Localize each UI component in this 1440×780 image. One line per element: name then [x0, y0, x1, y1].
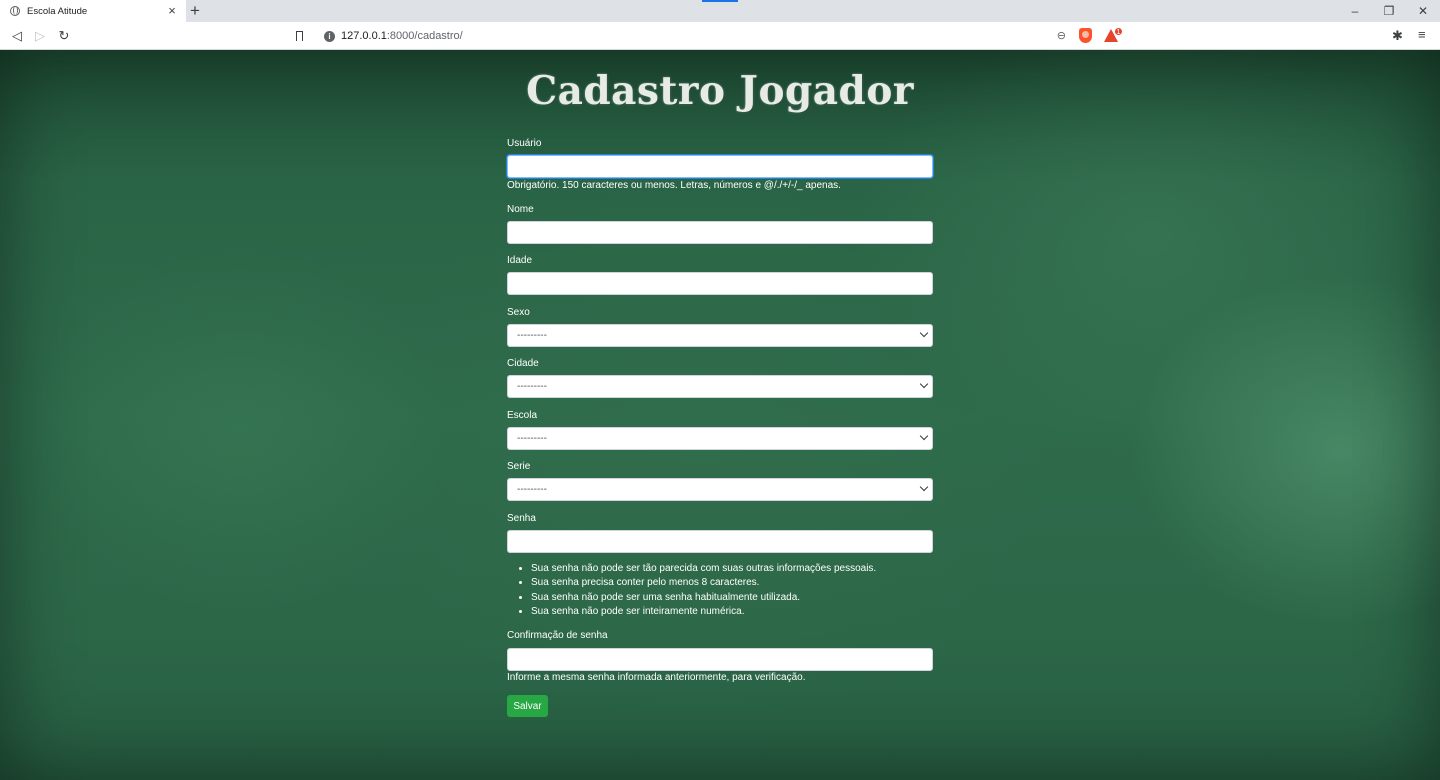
- usuario-label: Usuário: [507, 138, 542, 149]
- window-accent: [702, 0, 738, 2]
- password-rule: Sua senha precisa conter pelo menos 8 ca…: [531, 576, 876, 590]
- confirmacao-help: Informe a mesma senha informada anterior…: [507, 672, 806, 683]
- url-text: 127.0.0.1:8000/cadastro/: [341, 30, 463, 42]
- password-rule: Sua senha não pode ser uma senha habitua…: [531, 591, 876, 605]
- serie-selected: ---------: [517, 484, 547, 495]
- chevron-down-icon: [919, 379, 929, 389]
- cidade-selected: ---------: [517, 381, 547, 392]
- reload-icon[interactable]: ↻: [55, 27, 73, 45]
- escola-select[interactable]: ---------: [507, 427, 933, 450]
- sexo-select[interactable]: ---------: [507, 324, 933, 347]
- forward-icon[interactable]: ▷: [31, 27, 49, 45]
- info-icon[interactable]: i: [324, 30, 335, 42]
- escola-selected: ---------: [517, 433, 547, 444]
- menu-icon[interactable]: ≡: [1418, 27, 1426, 42]
- page-title: Cadastro Jogador: [526, 68, 914, 114]
- brave-shields-icon[interactable]: [1079, 28, 1092, 43]
- idade-label: Idade: [507, 255, 533, 266]
- tab-title: Escola Atitude: [27, 5, 88, 17]
- minimize-button[interactable]: –: [1338, 0, 1372, 22]
- cidade-select[interactable]: ---------: [507, 375, 933, 398]
- nome-input[interactable]: [507, 221, 933, 244]
- close-window-button[interactable]: ✕: [1406, 0, 1440, 22]
- rewards-badge: 1: [1114, 27, 1123, 36]
- save-button[interactable]: Salvar: [507, 695, 548, 717]
- cidade-label: Cidade: [507, 358, 539, 369]
- serie-label: Serie: [507, 461, 531, 472]
- confirmacao-label: Confirmação de senha: [507, 630, 608, 641]
- tab-strip: Escola Atitude × + – ❐ ✕: [0, 0, 1440, 22]
- password-rule: Sua senha não pode ser inteiramente numé…: [531, 605, 876, 619]
- back-icon[interactable]: ◁: [8, 27, 26, 45]
- zoom-icon[interactable]: ⊖: [1057, 29, 1066, 42]
- senha-input[interactable]: [507, 530, 933, 553]
- close-icon[interactable]: ×: [164, 3, 180, 19]
- new-tab-button[interactable]: +: [188, 1, 202, 21]
- window-controls: – ❐ ✕: [1338, 0, 1440, 22]
- chevron-down-icon: [919, 431, 929, 441]
- nome-label: Nome: [507, 204, 534, 215]
- usuario-help: Obrigatório. 150 caracteres ou menos. Le…: [507, 180, 841, 191]
- confirmacao-input[interactable]: [507, 648, 933, 671]
- globe-icon: [10, 6, 20, 16]
- browser-tab[interactable]: Escola Atitude ×: [0, 0, 186, 22]
- serie-select[interactable]: ---------: [507, 478, 933, 501]
- password-rules: Sua senha não pode ser tão parecida com …: [531, 562, 876, 619]
- address-bar[interactable]: i 127.0.0.1:8000/cadastro/ ⊖: [316, 25, 1072, 47]
- chevron-down-icon: [919, 482, 929, 492]
- chevron-down-icon: [919, 328, 929, 338]
- password-rule: Sua senha não pode ser tão parecida com …: [531, 562, 876, 576]
- page-content: Cadastro Jogador Usuário Obrigatório. 15…: [0, 50, 1440, 780]
- sexo-selected: ---------: [517, 330, 547, 341]
- idade-input[interactable]: [507, 272, 933, 295]
- browser-toolbar: ◁ ▷ ↻ i 127.0.0.1:8000/cadastro/ ⊖ 1 ✱ ≡: [0, 22, 1440, 50]
- escola-label: Escola: [507, 410, 538, 421]
- usuario-input[interactable]: [507, 155, 933, 178]
- sexo-label: Sexo: [507, 307, 530, 318]
- restore-button[interactable]: ❐: [1372, 0, 1406, 22]
- bookmark-icon[interactable]: [290, 27, 308, 45]
- senha-label: Senha: [507, 513, 536, 524]
- extensions-icon[interactable]: ✱: [1392, 28, 1403, 44]
